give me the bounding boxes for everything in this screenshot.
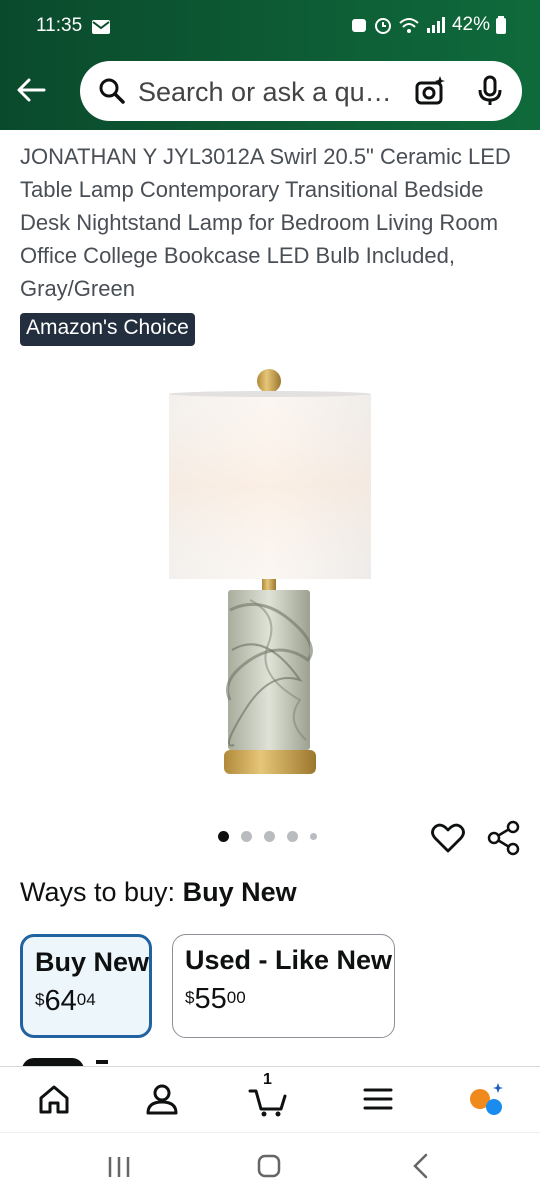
rufus-icon[interactable]: [466, 1079, 506, 1119]
microphone-icon[interactable]: [476, 75, 504, 107]
recent-apps-icon[interactable]: [106, 1155, 132, 1179]
amazons-choice-badge[interactable]: Amazon's Choice: [20, 313, 195, 346]
wifi-icon: [399, 18, 419, 33]
ways-to-buy-selected: Buy New: [182, 877, 297, 907]
ways-to-buy-label: Ways to buy:: [20, 877, 176, 907]
status-indicators: 42%: [350, 14, 506, 36]
alarm-icon: [374, 18, 391, 34]
home-icon[interactable]: [34, 1079, 74, 1119]
cart-count: 1: [263, 1071, 272, 1088]
buy-option-price: $ 55 00: [185, 984, 382, 1014]
content-peek: [96, 1060, 108, 1064]
notification-icon: [351, 19, 366, 32]
price-currency: $: [35, 990, 45, 1009]
mail-icon: [92, 20, 110, 34]
heart-icon[interactable]: [430, 820, 466, 856]
home-button-icon[interactable]: [256, 1153, 282, 1179]
price-fraction: 04: [76, 990, 96, 1009]
back-arrow-icon[interactable]: [14, 72, 50, 108]
carousel-dot: [287, 831, 298, 842]
carousel-dot: [241, 831, 252, 842]
status-time: 11:35: [36, 15, 83, 36]
price-whole: 64: [44, 985, 77, 1017]
buy-option-label: Buy New: [35, 947, 150, 977]
camera-sparkle-icon[interactable]: [414, 75, 446, 107]
search-input[interactable]: Search or ask a question: [138, 77, 394, 108]
header: Search or ask a question: [0, 52, 540, 130]
carousel-dot: [218, 831, 229, 842]
system-back-icon[interactable]: [410, 1153, 432, 1179]
image-carousel-indicator: [218, 831, 317, 842]
account-icon[interactable]: [142, 1079, 182, 1119]
product-title: JONATHAN Y JYL3012A Swirl 20.5" Ceramic …: [20, 144, 511, 301]
buy-option-price: $ 64 04: [35, 986, 137, 1016]
battery-icon: [496, 16, 506, 34]
bottom-nav: 1: [0, 1066, 540, 1132]
ways-to-buy-heading: Ways to buy: Buy New: [20, 877, 297, 908]
carousel-dot: [310, 833, 317, 840]
search-icon: [99, 78, 125, 104]
buy-option-label: Used - Like New: [185, 945, 393, 975]
buy-option-new[interactable]: Buy New $ 64 04: [20, 934, 152, 1038]
carousel-dot: [264, 831, 275, 842]
status-bar: 11:35 42%: [0, 0, 540, 52]
search-bar[interactable]: Search or ask a question: [80, 61, 522, 121]
buy-option-used[interactable]: Used - Like New $ 55 00: [172, 934, 395, 1038]
menu-icon[interactable]: [358, 1079, 398, 1119]
battery-percent: 42%: [451, 14, 490, 35]
price-whole: 55: [194, 983, 227, 1015]
price-currency: $: [185, 988, 195, 1007]
signal-icon: [426, 17, 445, 33]
product-image[interactable]: [150, 360, 390, 790]
cart-button[interactable]: 1: [248, 1071, 288, 1119]
system-nav-bar: [0, 1132, 540, 1200]
price-fraction: 00: [226, 988, 246, 1007]
share-icon[interactable]: [486, 820, 522, 856]
